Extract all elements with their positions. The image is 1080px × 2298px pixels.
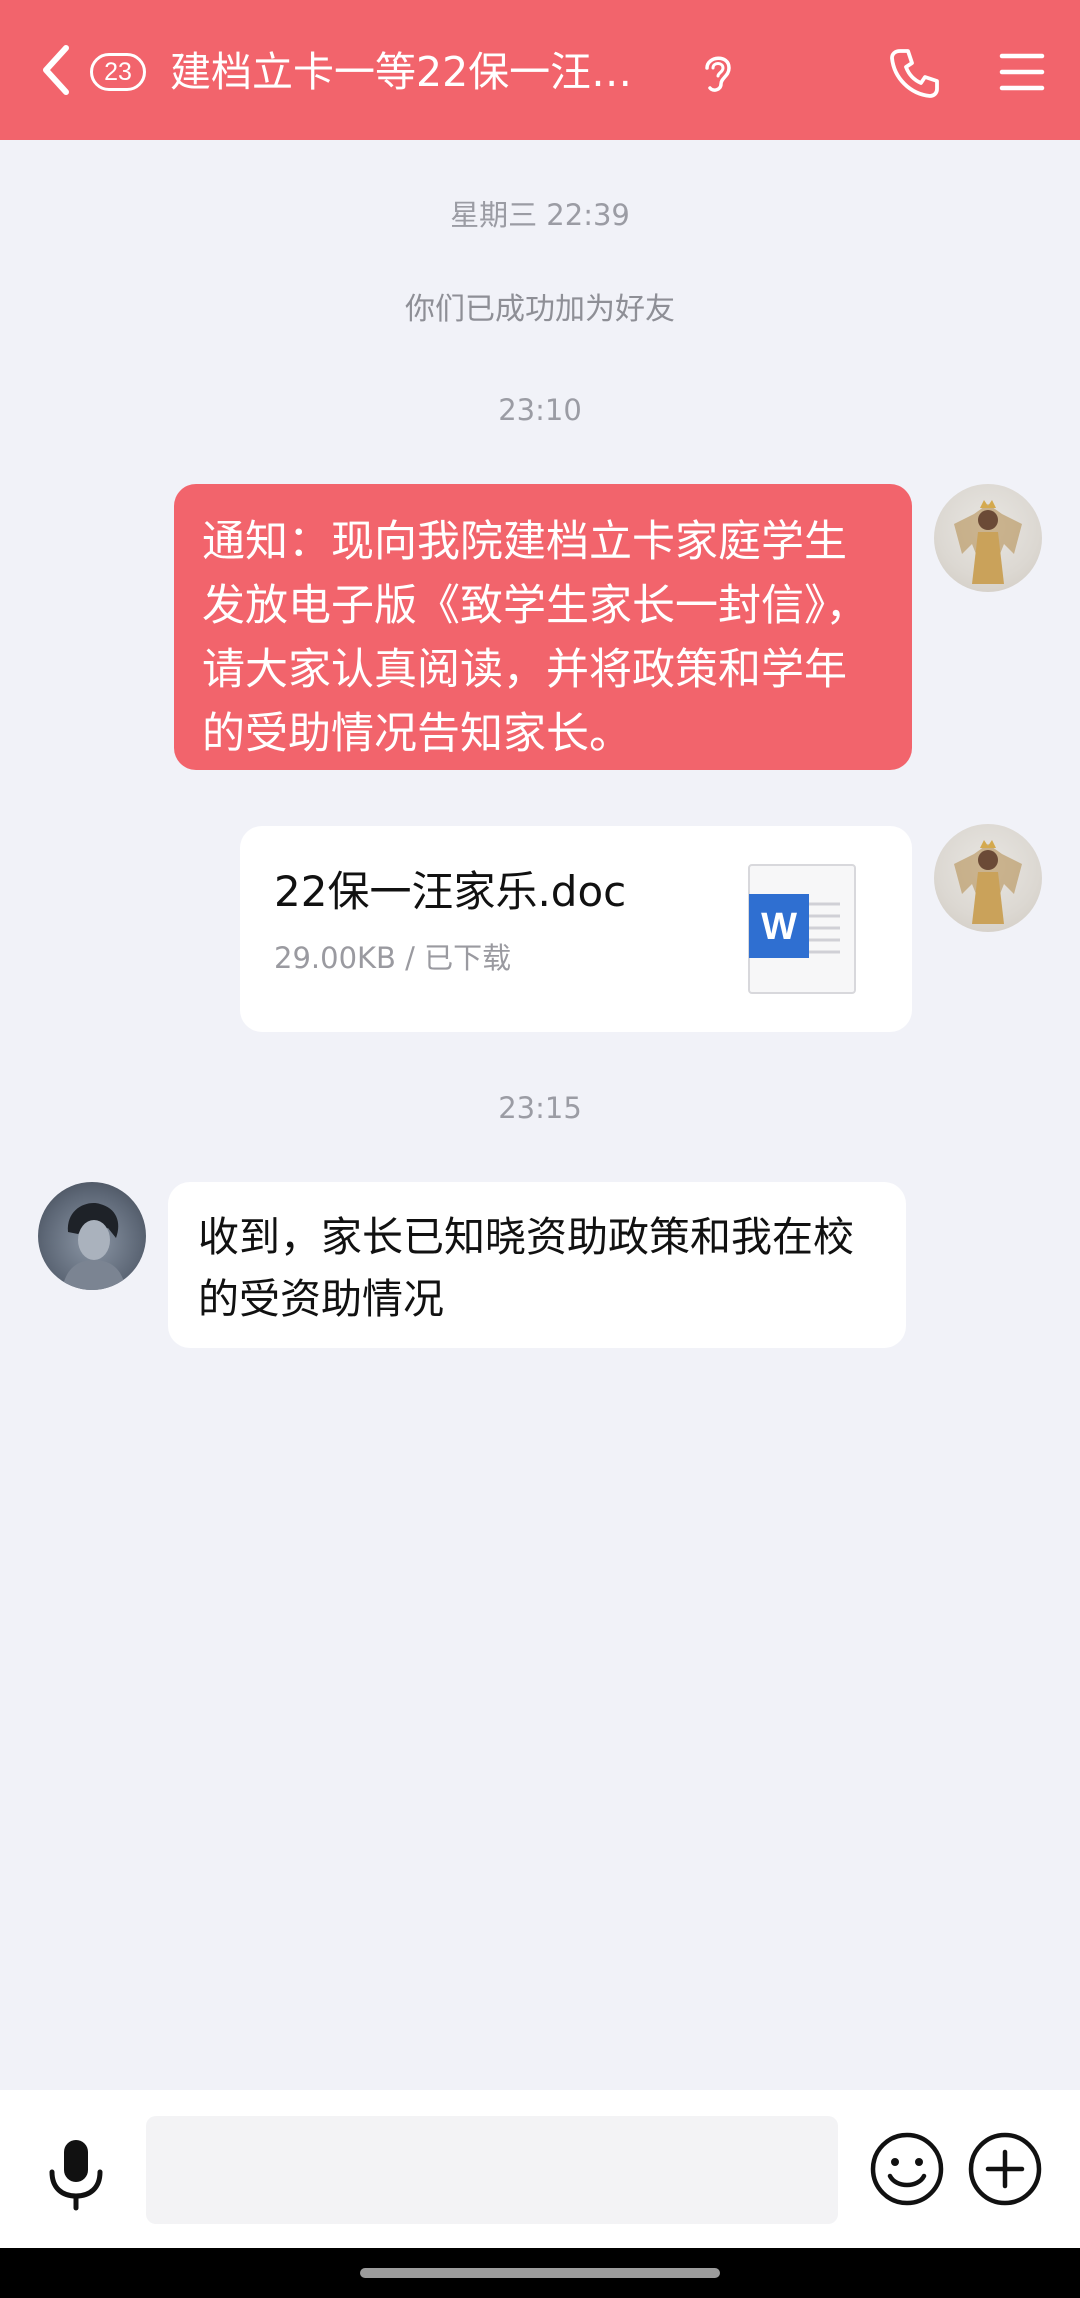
- incoming-message-bubble[interactable]: 收到，家长已知晓资助政策和我在校的受资助情况: [168, 1182, 906, 1348]
- avatar-image: [62, 1203, 126, 1290]
- word-doc-icon: W: [748, 864, 856, 994]
- microphone-icon[interactable]: [44, 2136, 108, 2212]
- system-notice: 你们已成功加为好友: [405, 292, 675, 327]
- file-name: 22保一汪家乐.doc: [274, 867, 627, 916]
- file-message-card[interactable]: 22保一汪家乐.doc 29.00KB / 已下载 W: [240, 826, 912, 1032]
- message-input-bar: [0, 2090, 1080, 2248]
- timestamp: 23:10: [498, 393, 582, 427]
- chat-title[interactable]: 建档立卡一等22保一汪…: [170, 44, 680, 100]
- system-navigation-bar: [0, 2248, 1080, 2298]
- chat-header: 23 建档立卡一等22保一汪…: [0, 0, 1080, 140]
- back-arrow-icon[interactable]: [36, 38, 76, 102]
- chat-message-list[interactable]: 星期三 22:39 你们已成功加为好友 23:10 通知：现向我院建档立卡家庭学…: [0, 140, 1080, 2090]
- menu-icon[interactable]: [998, 50, 1046, 94]
- svg-text:W: W: [761, 906, 797, 948]
- my-avatar[interactable]: [934, 484, 1042, 592]
- message-input[interactable]: [146, 2116, 838, 2224]
- plus-icon[interactable]: [966, 2130, 1044, 2208]
- timestamp: 23:15: [498, 1091, 582, 1125]
- file-meta: 29.00KB / 已下载: [274, 941, 512, 975]
- emoji-icon[interactable]: [868, 2130, 946, 2208]
- avatar-image: [954, 840, 1022, 924]
- ear-icon[interactable]: [697, 50, 737, 94]
- phone-icon[interactable]: [888, 46, 942, 100]
- home-indicator[interactable]: [360, 2268, 720, 2278]
- outgoing-message-bubble[interactable]: 通知：现向我院建档立卡家庭学生发放电子版《致学生家长一封信》，请大家认真阅读，并…: [174, 484, 912, 770]
- contact-avatar[interactable]: [38, 1182, 146, 1290]
- my-avatar[interactable]: [934, 824, 1042, 932]
- timestamp: 星期三 22:39: [450, 198, 630, 232]
- avatar-image: [954, 500, 1022, 584]
- unread-count-badge[interactable]: 23: [90, 53, 146, 91]
